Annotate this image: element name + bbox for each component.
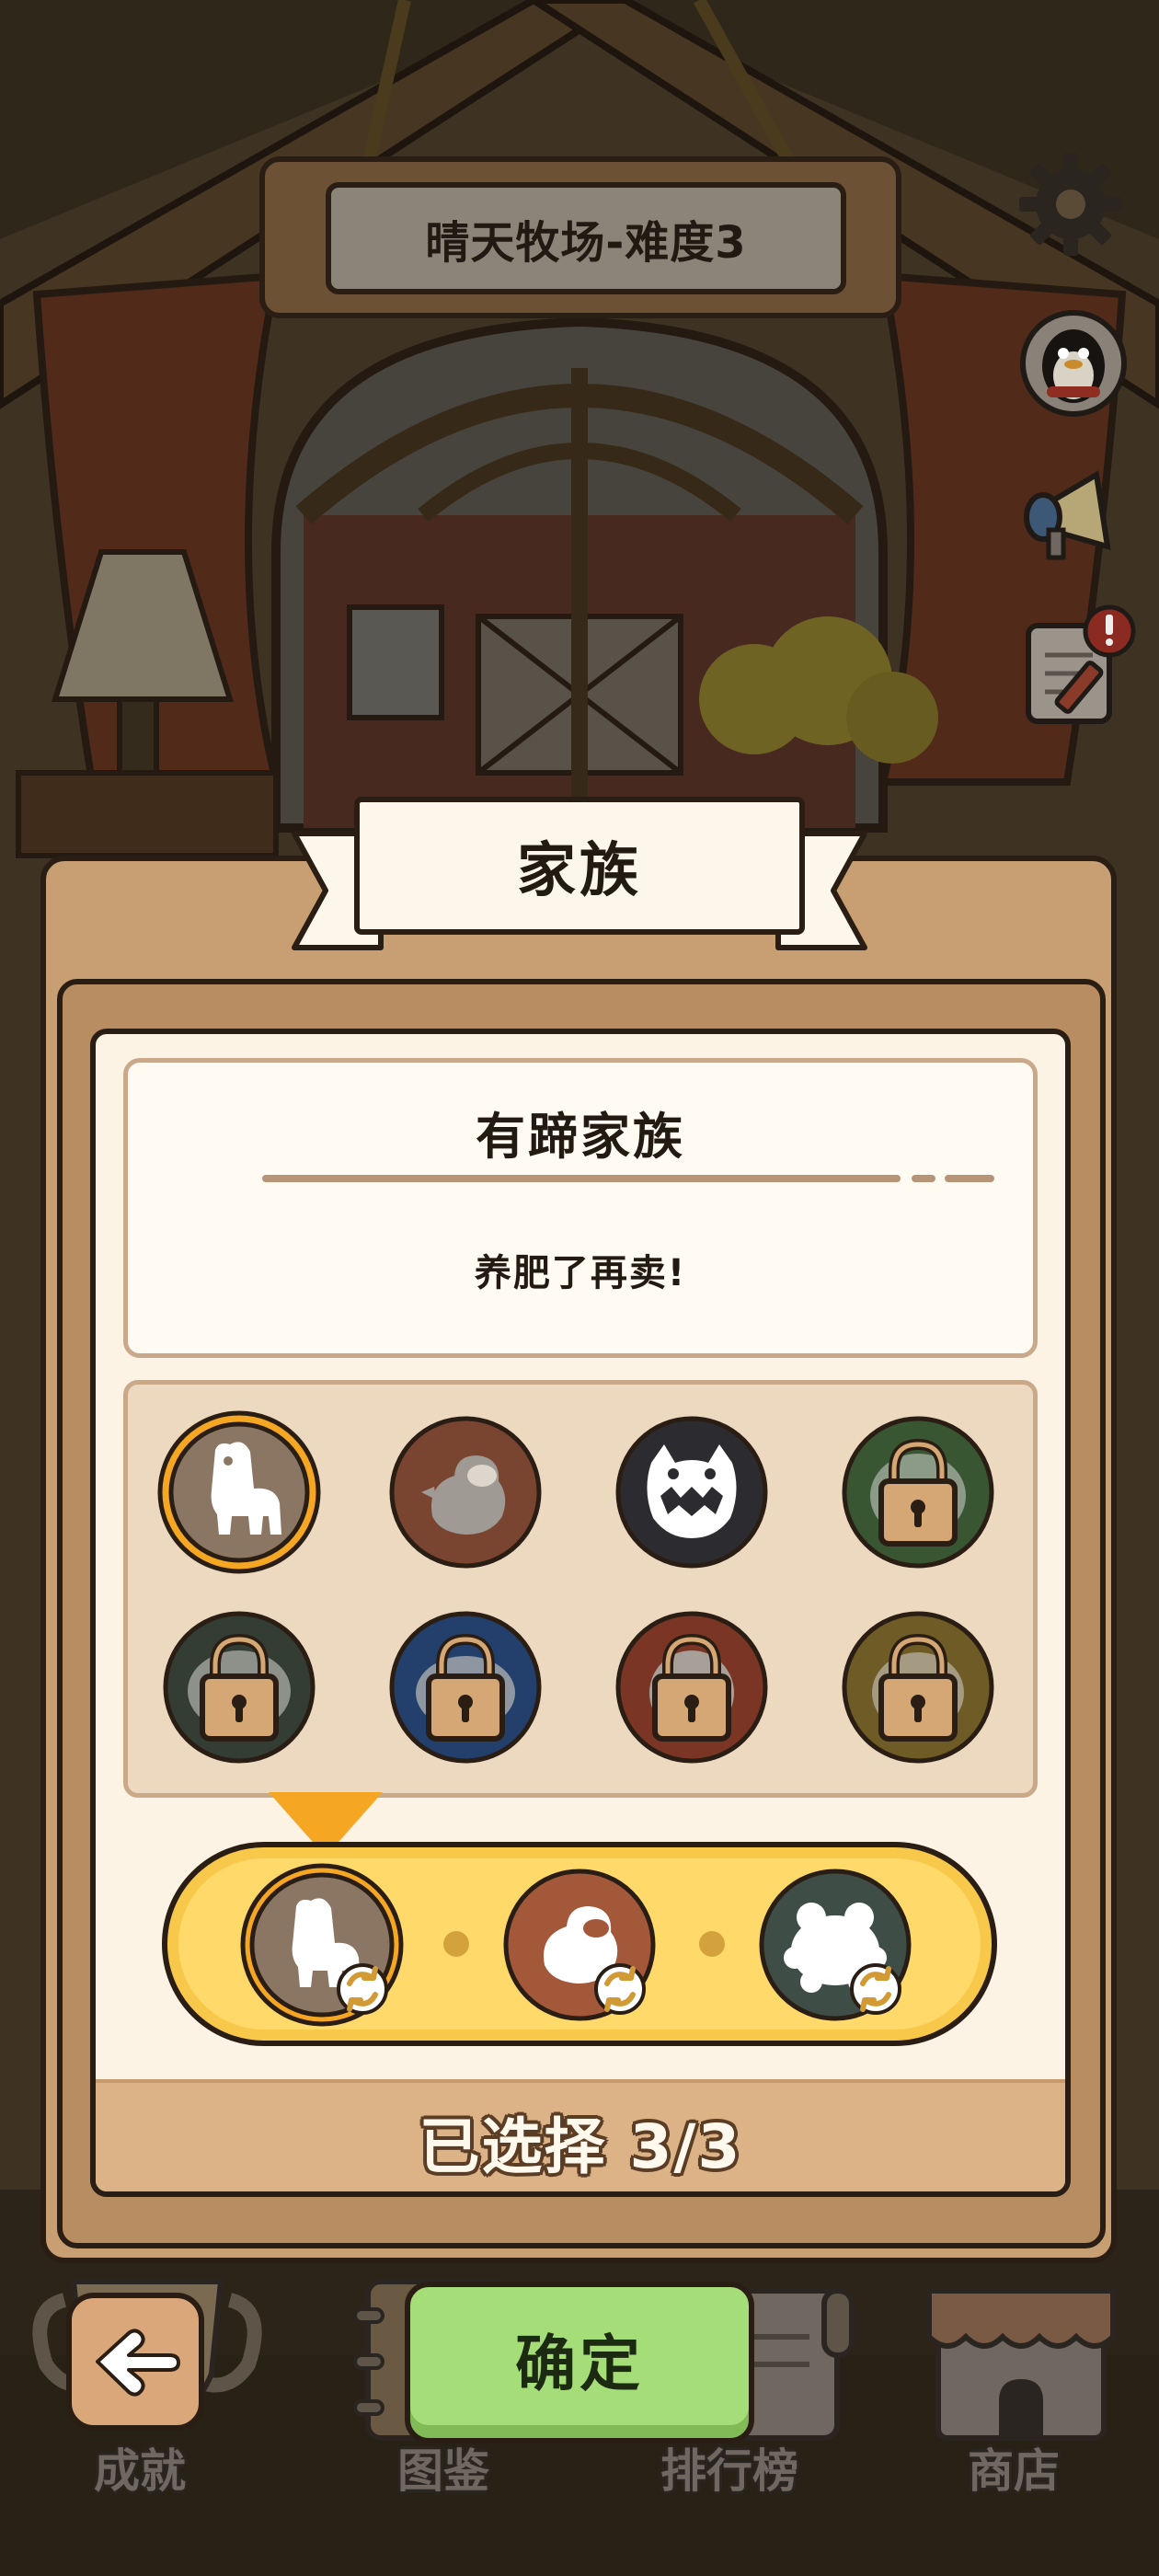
selected-count: 已选择 3/3 [419,2111,742,2182]
family-description: 养肥了再卖! [474,1252,687,1294]
family-token-blue-locked[interactable] [381,1603,550,1772]
family-token-bird[interactable] [381,1408,550,1577]
confirm-button[interactable]: 确定 [405,2282,754,2444]
level-sign-plate: 晴天牧场-难度3 [326,182,846,294]
family-token-green-locked[interactable] [833,1408,1003,1577]
notepad-alert-icon[interactable] [1021,604,1137,729]
family-token-darkgreen-locked[interactable] [155,1603,324,1772]
nav-leaderboard-label: 排行榜 [660,2444,798,2498]
family-info-card: 有蹄家族 养肥了再卖! [123,1058,1038,1358]
selected-slot-2[interactable] [497,1862,662,2028]
divider-dash [945,1175,994,1182]
back-arrow-icon [96,2329,180,2397]
divider-dash [912,1175,935,1182]
megaphone-icon[interactable] [1016,458,1131,574]
family-token-monster[interactable] [607,1408,776,1577]
dialog-title: 家族 [517,837,642,905]
slot-separator-dot [443,1931,469,1957]
nav-shop-label: 商店 [968,2444,1060,2498]
family-token-red-locked[interactable] [607,1603,776,1772]
family-token-olive-locked[interactable] [833,1603,1003,1772]
divider [262,1175,901,1182]
nav-achievements-label: 成就 [94,2444,186,2498]
dialog-title-banner: 家族 [354,797,805,935]
selected-slot-3[interactable] [752,1862,918,2028]
shop-icon [926,2288,1116,2441]
selected-slot-1[interactable] [239,1862,405,2028]
penguin-avatar-icon[interactable] [1019,309,1128,418]
gear-icon[interactable] [1016,149,1126,259]
confirm-button-label: 确定 [515,2329,644,2399]
selected-count-strip: 已选择 3/3 [96,2079,1065,2191]
level-sign: 晴天牧场-难度3 [259,156,901,318]
nav-shop[interactable]: 商店 [911,2272,1131,2502]
swap-icon [594,1963,646,2015]
family-token-hoofed[interactable] [155,1408,324,1577]
nav-guidebook-label: 图鉴 [397,2444,489,2498]
swap-icon [337,1963,388,2015]
family-name: 有蹄家族 [476,1108,685,1166]
swap-icon [850,1963,901,2015]
back-button[interactable] [66,2293,204,2431]
slot-separator-dot [699,1931,725,1957]
level-title: 晴天牧场-难度3 [425,217,747,269]
